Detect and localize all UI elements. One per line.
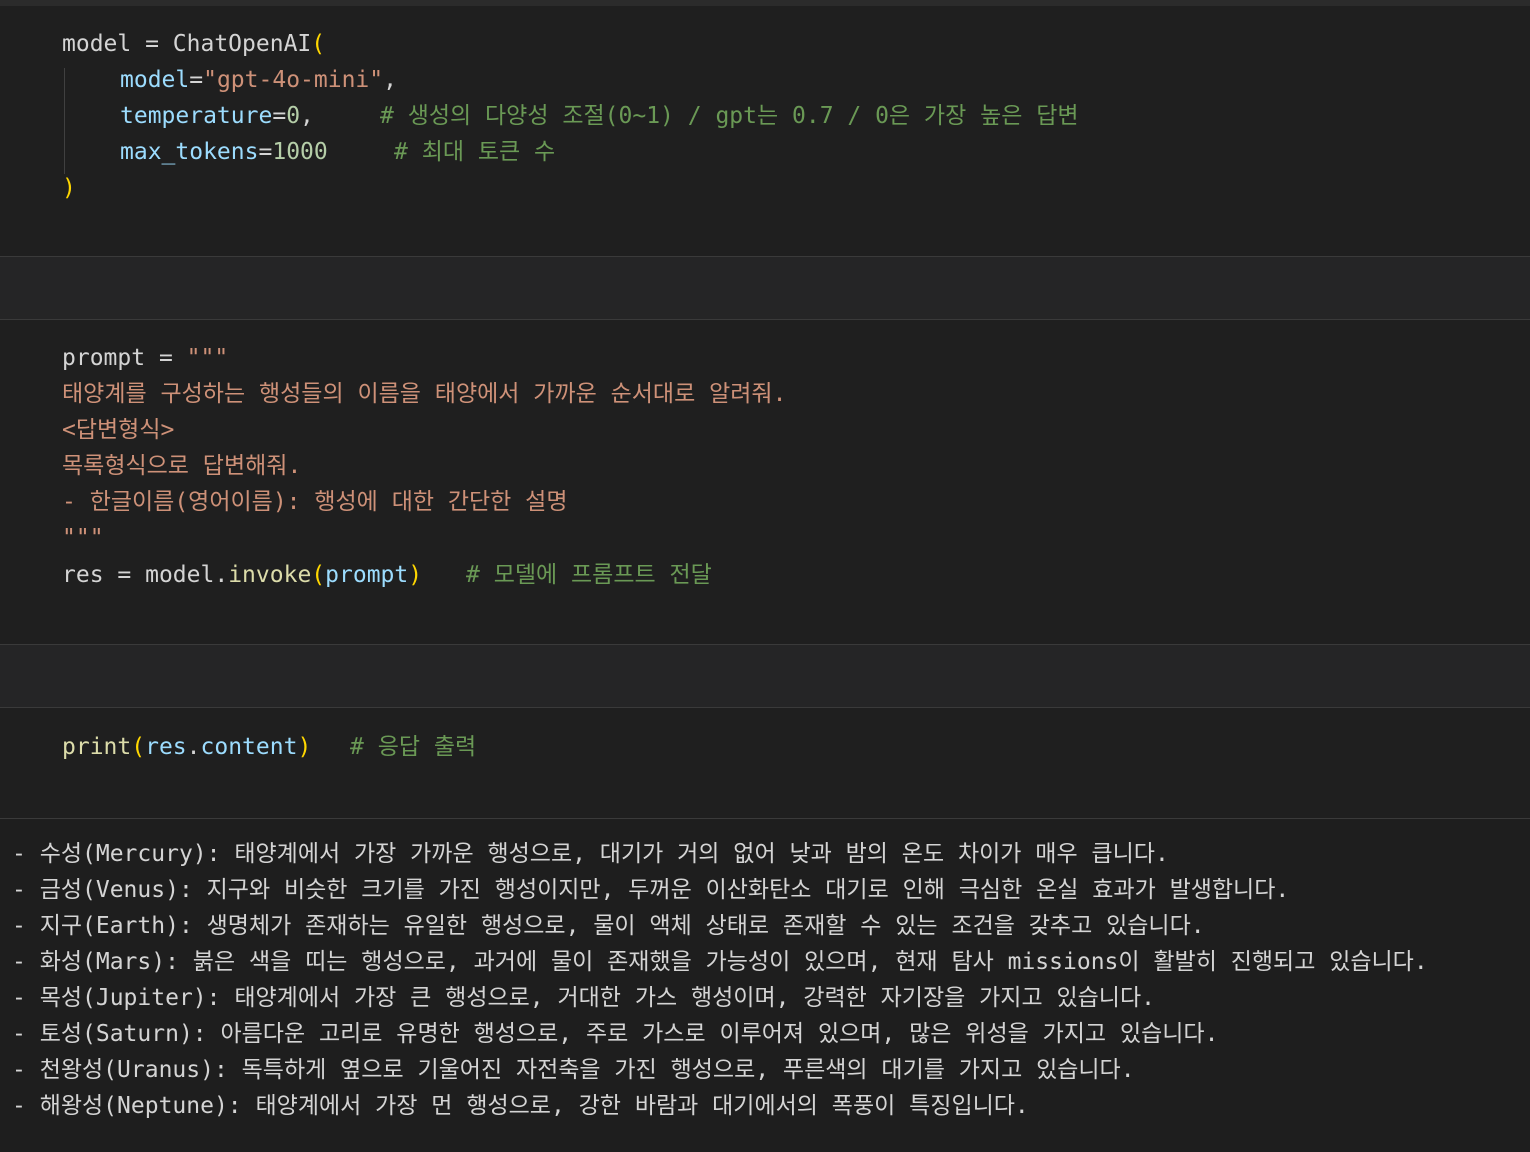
code-line: model="gpt-4o-mini", [120, 62, 397, 98]
output-line: - 해왕성(Neptune): 태양계에서 가장 먼 행성으로, 강한 바람과 … [12, 1093, 1029, 1119]
token-operator: = [103, 562, 146, 588]
token-variable: prompt [62, 345, 146, 371]
prompt-string-line: 목록형식으로 답변해줘. [62, 453, 302, 479]
code-line: max_tokens=1000 [120, 134, 328, 170]
cell-separator [0, 644, 1530, 708]
token-string: """ [186, 345, 229, 371]
code-line: res = model.invoke(prompt) [62, 557, 422, 593]
token-operator: = [189, 67, 204, 93]
token-comma: , [300, 103, 314, 129]
prompt-string-line: - 한글이름(영어이름): 행성에 대한 간단한 설명 [62, 489, 568, 515]
token-string: "gpt-4o-mini" [203, 67, 384, 93]
code-comment: # 모델에 프롬프트 전달 [466, 562, 712, 588]
cell-output: - 수성(Mercury): 태양계에서 가장 가까운 행성으로, 대기가 거의… [0, 818, 1530, 1152]
indent-guide [64, 68, 65, 174]
token-param: model [120, 67, 190, 93]
token-param: temperature [120, 103, 273, 129]
token-function: ChatOpenAI [172, 31, 312, 57]
token-operator: = [145, 345, 187, 371]
token-bracket: ( [311, 31, 326, 57]
cell-separator [0, 256, 1530, 320]
token-dot: . [186, 734, 201, 760]
code-line: prompt = """ [62, 340, 228, 376]
token-variable: model [62, 31, 132, 57]
token-number: 0 [286, 103, 301, 129]
output-line: - 목성(Jupiter): 태양계에서 가장 큰 행성으로, 거대한 가스 행… [12, 985, 1155, 1011]
code-comment: # 생성의 다양성 조절(0~1) / gpt는 0.7 / 0은 가장 높은 … [380, 103, 1079, 129]
output-line: - 천왕성(Uranus): 독특하게 옆으로 기울어진 자전축을 가진 행성으… [12, 1057, 1135, 1083]
code-cell-model[interactable]: model = ChatOpenAI( model="gpt-4o-mini",… [0, 6, 1530, 256]
prompt-string-line: """ [62, 525, 104, 551]
token-operator: = [131, 31, 173, 57]
output-line: - 수성(Mercury): 태양계에서 가장 가까운 행성으로, 대기가 거의… [12, 841, 1169, 867]
output-line: - 지구(Earth): 생명체가 존재하는 유일한 행성으로, 물이 액체 상… [12, 913, 1205, 939]
token-param: max_tokens [120, 139, 259, 165]
output-line: - 화성(Mars): 붉은 색을 띠는 행성으로, 과거에 물이 존재했을 가… [12, 949, 1428, 975]
token-bracket: ( [311, 562, 326, 588]
code-comment: # 응답 출력 [350, 734, 477, 760]
token-bracket: ) [297, 734, 312, 760]
code-line: temperature=0, [120, 98, 314, 134]
token-attribute: content [200, 734, 298, 760]
code-comment: # 최대 토큰 수 [394, 139, 556, 165]
token-comma: , [383, 67, 397, 93]
code-line: print(res.content) [62, 729, 311, 765]
code-line: model = ChatOpenAI( [62, 26, 325, 62]
token-operator: = [258, 139, 273, 165]
token-object: res [145, 734, 187, 760]
token-bracket: ) [62, 175, 76, 201]
token-argument: prompt [325, 562, 409, 588]
token-operator: = [272, 103, 287, 129]
code-cell-prompt[interactable]: prompt = """ 태양계를 구성하는 행성들의 이름을 태양에서 가까운… [0, 320, 1530, 644]
token-variable: res [62, 562, 104, 588]
prompt-string-line: <답변형식> [62, 417, 175, 443]
token-bracket: ) [408, 562, 423, 588]
output-line: - 금성(Venus): 지구와 비슷한 크기를 가진 행성이지만, 두꺼운 이… [12, 877, 1290, 903]
output-line: - 토성(Saturn): 아름다운 고리로 유명한 행성으로, 주로 가스로 … [12, 1021, 1219, 1047]
token-object: model [145, 562, 215, 588]
prompt-string-line: 태양계를 구성하는 행성들의 이름을 태양에서 가까운 순서대로 알려줘. [62, 381, 787, 407]
token-bracket: ( [131, 734, 146, 760]
code-cell-print[interactable]: print(res.content) # 응답 출력 [0, 708, 1530, 818]
token-function: print [62, 734, 132, 760]
token-function: invoke [228, 562, 312, 588]
token-dot: . [214, 562, 229, 588]
token-number: 1000 [272, 139, 328, 165]
